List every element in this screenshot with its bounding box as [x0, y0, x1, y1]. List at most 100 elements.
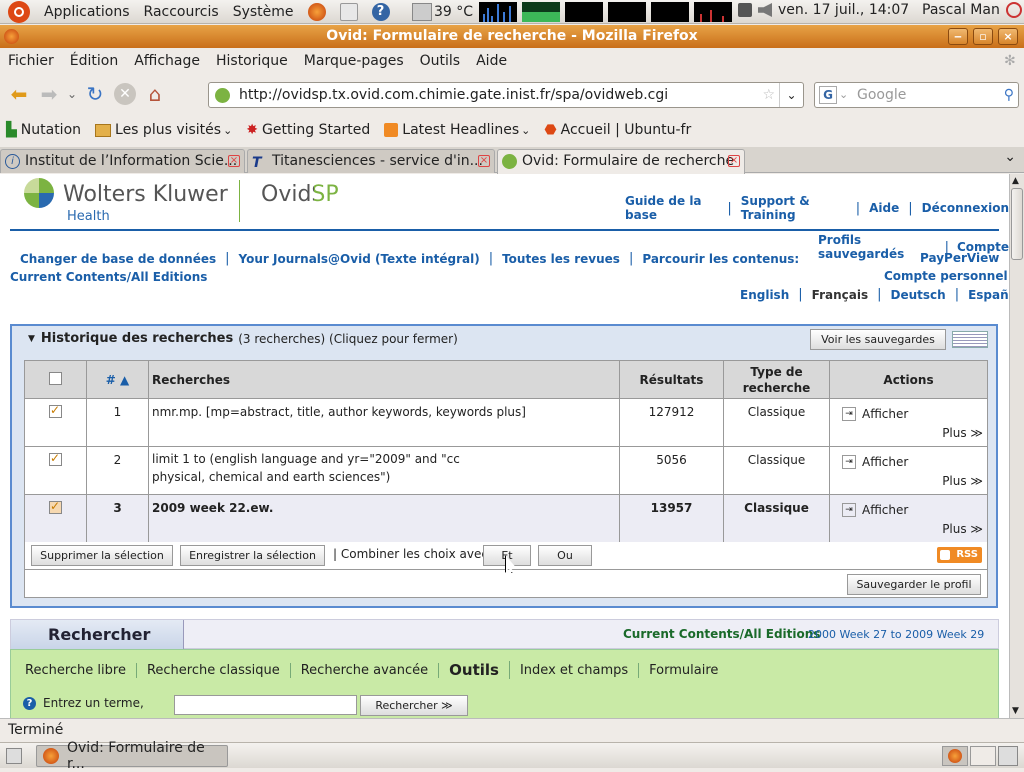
show-results-button[interactable]: ⇥ Afficher [842, 455, 987, 469]
more-link[interactable]: Plus ≫ [942, 522, 983, 536]
lang-english[interactable]: English [740, 288, 789, 302]
tab-ovid-search[interactable]: Ovid: Formulaire de recherche × [497, 149, 745, 175]
save-profile-button[interactable]: Sauvegarder le profil [847, 574, 981, 595]
mail-launcher-icon[interactable] [339, 2, 358, 21]
url-field[interactable]: http://ovidsp.tx.ovid.com.chimie.gate.in… [208, 82, 804, 108]
tab-titanesciences[interactable]: T Titanesciences - service d'in... × [247, 149, 495, 173]
ubuntu-logo-icon[interactable] [8, 0, 30, 23]
firefox-window-icon[interactable] [4, 29, 19, 44]
disk-monitor-graph[interactable] [694, 2, 733, 22]
user-menu[interactable]: Pascal Man [922, 2, 1000, 18]
lang-spanish[interactable]: Español [968, 288, 1009, 302]
close-window-button[interactable]: × [998, 28, 1018, 45]
clock[interactable]: ven. 17 juil., 14:07 [778, 2, 909, 18]
workspace-2[interactable] [970, 746, 996, 766]
link-logout[interactable]: Déconnexion [922, 201, 1009, 215]
help-icon[interactable]: ? [23, 697, 36, 710]
bookmark-latest-headlines[interactable]: Latest Headlines ⌄ [384, 122, 530, 138]
show-results-button[interactable]: ⇥ Afficher [842, 407, 987, 421]
link-support-training[interactable]: Support & Training [741, 194, 847, 222]
menu-bookmarks[interactable]: Marque-pages [304, 53, 404, 69]
tab-form[interactable]: Formulaire [639, 663, 728, 678]
show-results-button[interactable]: ⇥ Afficher [842, 503, 987, 517]
menu-tools[interactable]: Outils [420, 53, 460, 69]
menu-help[interactable]: Aide [476, 53, 507, 69]
google-engine-icon[interactable]: G [819, 86, 837, 104]
tab-inist[interactable]: i Institut de l’Information Scie... × [0, 149, 245, 173]
collapse-triangle-icon[interactable]: ▼ [28, 334, 35, 344]
history-header[interactable]: ▼ Historique des recherches (3 recherche… [28, 331, 458, 346]
history-title[interactable]: Historique des recherches [41, 331, 233, 346]
workspace-1[interactable] [942, 746, 968, 766]
trash-icon[interactable] [998, 746, 1018, 766]
back-arrow-icon[interactable]: ⬅ [4, 79, 34, 109]
minimize-button[interactable]: ‒ [948, 28, 968, 45]
bookmark-most-visited[interactable]: Les plus visités ⌄ [95, 122, 232, 138]
power-icon[interactable] [1005, 2, 1022, 18]
close-tab-icon[interactable]: × [228, 155, 240, 167]
tab-list-chevron-icon[interactable]: ⌄ [1004, 149, 1016, 165]
save-selection-button[interactable]: Enregistrer la sélection [180, 545, 325, 566]
row-results[interactable]: 127912 [619, 398, 724, 447]
menu-history[interactable]: Historique [216, 53, 288, 69]
search-submit-button[interactable]: Rechercher ≫ [360, 695, 468, 716]
link-db-guide[interactable]: Guide de la base [625, 194, 718, 222]
history-subtitle[interactable]: (3 recherches) (Cliquez pour fermer) [238, 332, 458, 346]
link-saved-profiles[interactable]: Profils sauvegardés [818, 233, 937, 261]
select-all-checkbox[interactable] [49, 371, 62, 385]
bookmark-nutation[interactable]: ▙ Nutation [6, 122, 81, 138]
show-desktop-icon[interactable] [6, 748, 22, 764]
link-your-journals[interactable]: Your Journals@Ovid (Texte intégral) [239, 252, 480, 266]
system-menu[interactable]: Système [233, 4, 294, 20]
rss-button[interactable]: RSS [937, 547, 982, 563]
row-checkbox[interactable] [49, 499, 62, 514]
history-options-icon[interactable] [952, 331, 988, 348]
tab-advanced-search[interactable]: Recherche avancée [291, 662, 440, 678]
page-scrollbar[interactable]: ▲ ▼ [1009, 174, 1024, 718]
row-results[interactable]: 13957 [619, 494, 724, 543]
row-checkbox[interactable] [49, 403, 62, 418]
reload-icon[interactable]: ↻ [80, 79, 110, 109]
menu-view[interactable]: Affichage [134, 53, 200, 69]
search-icon[interactable]: ⚲ [1004, 83, 1014, 107]
bookmark-star-icon[interactable]: ☆ [762, 83, 775, 107]
shortcuts-menu[interactable]: Raccourcis [144, 4, 219, 20]
scroll-up-arrow-icon[interactable]: ▲ [1012, 176, 1019, 186]
combine-or-button[interactable]: Ou [538, 545, 592, 566]
tab-index-fields[interactable]: Index et champs [510, 662, 640, 678]
row-checkbox[interactable] [49, 451, 62, 466]
more-link[interactable]: Plus ≫ [942, 474, 983, 488]
engine-dropdown-icon[interactable]: ⌄ [839, 83, 848, 107]
link-current-contents[interactable]: Current Contents/All Editions [10, 270, 207, 284]
close-tab-icon[interactable]: × [728, 155, 740, 167]
volume-icon[interactable] [758, 3, 772, 17]
scroll-down-arrow-icon[interactable]: ▼ [1012, 706, 1019, 716]
net-monitor-graph[interactable] [565, 2, 604, 22]
link-change-db[interactable]: Changer de base de données [20, 252, 216, 266]
view-saved-button[interactable]: Voir les sauvegardes [810, 329, 946, 350]
url-dropdown-icon[interactable]: ⌄ [779, 83, 803, 107]
taskbar-firefox-item[interactable]: Ovid: Formulaire de r... [36, 740, 228, 772]
forward-arrow-icon[interactable]: ➡ [34, 79, 64, 109]
lang-german[interactable]: Deutsch [891, 288, 946, 302]
cpu-monitor-graph[interactable] [479, 2, 518, 22]
swap-monitor-graph[interactable] [608, 2, 647, 22]
help-icon[interactable]: ? [371, 2, 390, 21]
applications-menu[interactable]: Applications [44, 4, 130, 20]
row-results[interactable]: 5056 [619, 446, 724, 495]
network-icon[interactable] [738, 3, 752, 17]
menu-file[interactable]: Fichier [8, 53, 54, 69]
scrollbar-thumb[interactable] [1011, 188, 1023, 260]
link-payperview[interactable]: PayPerView [920, 251, 999, 265]
link-help[interactable]: Aide [869, 201, 899, 215]
memory-monitor-graph[interactable] [522, 2, 561, 22]
home-icon[interactable]: ⌂ [140, 79, 170, 109]
search-field[interactable]: G ⌄ Google ⚲ [814, 82, 1019, 108]
tab-tools[interactable]: Outils [439, 661, 510, 679]
more-link[interactable]: Plus ≫ [942, 426, 983, 440]
maximize-button[interactable]: ▫ [973, 28, 993, 45]
tab-classic-search[interactable]: Recherche classique [137, 662, 291, 678]
firefox-launcher-icon[interactable] [307, 2, 326, 21]
menu-edit[interactable]: Édition [70, 53, 118, 69]
bookmark-ubuntu-fr[interactable]: ⬣ Accueil | Ubuntu-fr [544, 122, 691, 138]
